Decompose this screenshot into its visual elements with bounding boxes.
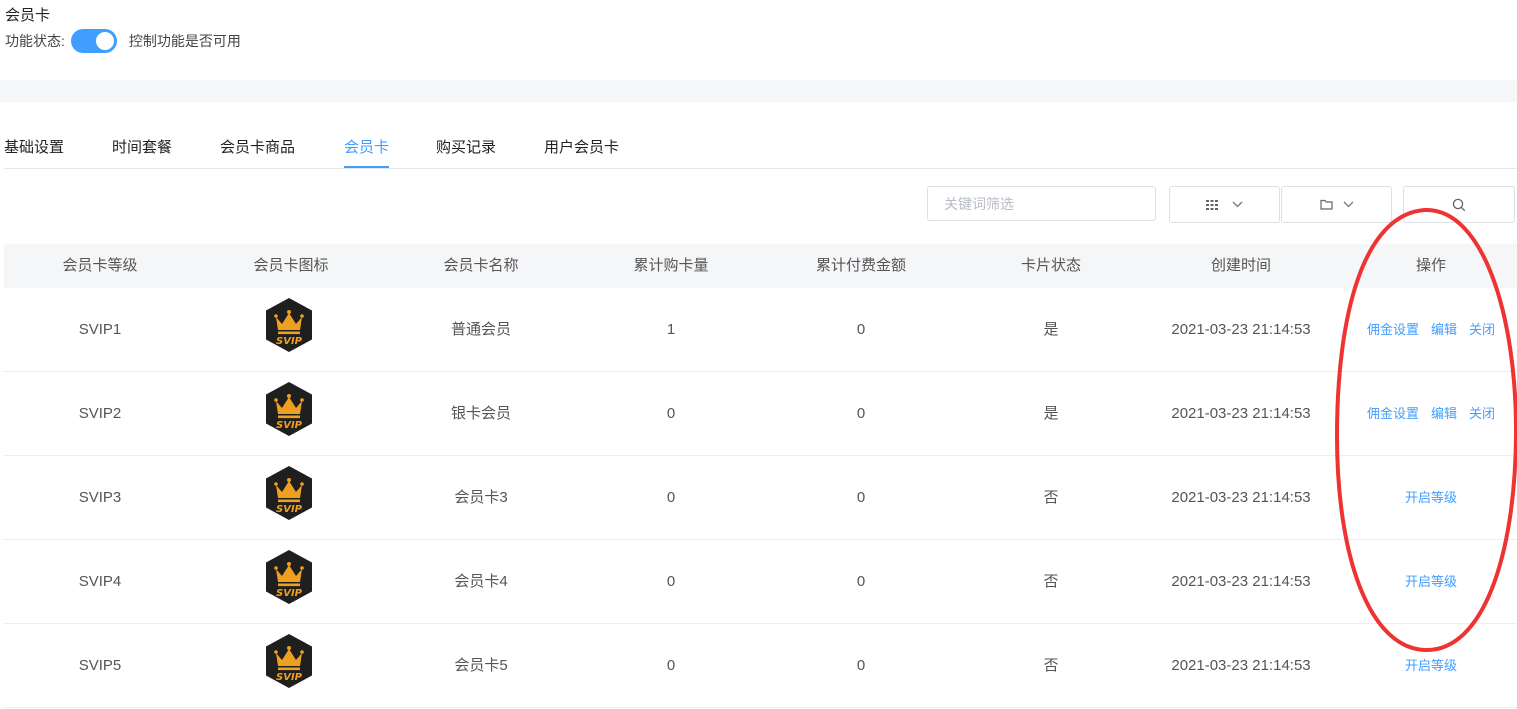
toggle-knob xyxy=(95,32,114,50)
cell-card-name: 普通会员 xyxy=(450,321,512,338)
cell-created-time: 2021-03-23 21:14:53 xyxy=(1171,573,1311,590)
cell-actions: 开启等级 xyxy=(1405,624,1457,707)
svip-badge-icon: SVIP xyxy=(263,633,315,694)
tab-time-packages[interactable]: 时间套餐 xyxy=(112,136,172,166)
cell-level: SVIP4 xyxy=(78,573,122,590)
svg-text:SVIP: SVIP xyxy=(276,588,303,599)
header-total-amount: 累计付费金额 xyxy=(815,257,907,274)
cell-level: SVIP2 xyxy=(78,405,122,422)
cell-card-name: 会员卡3 xyxy=(454,489,508,506)
svip-badge-icon: SVIP xyxy=(263,549,315,610)
header-created-time: 创建时间 xyxy=(1210,257,1272,274)
cell-actions: 佣金设置 编辑 关闭 xyxy=(1367,288,1495,371)
cell-cards-sold: 1 xyxy=(666,321,676,338)
table-row: SVIP2 SVIP 银卡会员 0 0 是 2021-03-23 21:14:5… xyxy=(4,372,1517,456)
header-actions: 操作 xyxy=(1415,257,1447,274)
cell-total-amount: 0 xyxy=(856,405,866,422)
member-card-table: 会员卡等级 会员卡图标 会员卡名称 累计购卡量 累计付费金额 卡片状态 创建时间… xyxy=(4,244,1517,708)
cell-total-amount: 0 xyxy=(856,489,866,506)
cell-level: SVIP3 xyxy=(78,489,122,506)
cell-level: SVIP5 xyxy=(78,657,122,674)
close-link[interactable]: 关闭 xyxy=(1469,322,1495,337)
cell-cards-sold: 0 xyxy=(666,657,676,674)
cell-card-name: 会员卡4 xyxy=(454,573,508,590)
cell-card-status: 否 xyxy=(1043,573,1059,590)
table-row: SVIP4 SVIP 会员卡4 0 0 否 2021-03-23 21:14:5… xyxy=(4,540,1517,624)
page-title: 会员卡 xyxy=(5,7,51,24)
cell-created-time: 2021-03-23 21:14:53 xyxy=(1171,321,1311,338)
header-card-status: 卡片状态 xyxy=(1020,257,1082,274)
enable-level-link[interactable]: 开启等级 xyxy=(1405,658,1457,673)
svg-text:SVIP: SVIP xyxy=(276,672,303,683)
cell-total-amount: 0 xyxy=(856,657,866,674)
grid-view-dropdown[interactable] xyxy=(1169,186,1280,223)
cell-created-time: 2021-03-23 21:14:53 xyxy=(1171,489,1311,506)
tab-card-products[interactable]: 会员卡商品 xyxy=(220,136,295,166)
table-row: SVIP1 SVIP 普通会员 1 0 是 2021-03-23 21:14:5… xyxy=(4,288,1517,372)
cell-level: SVIP1 xyxy=(78,321,122,338)
enable-level-link[interactable]: 开启等级 xyxy=(1405,574,1457,589)
search-icon xyxy=(1452,198,1466,212)
cell-total-amount: 0 xyxy=(856,573,866,590)
edit-link[interactable]: 编辑 xyxy=(1431,406,1457,421)
header-cards-sold: 累计购卡量 xyxy=(633,257,709,274)
status-label: 功能状态: xyxy=(5,33,65,49)
cell-card-status: 否 xyxy=(1043,657,1059,674)
svg-text:SVIP: SVIP xyxy=(276,420,303,431)
cell-created-time: 2021-03-23 21:14:53 xyxy=(1171,405,1311,422)
svip-badge-icon: SVIP xyxy=(263,465,315,526)
status-description: 控制功能是否可用 xyxy=(128,33,241,49)
tab-basic-settings[interactable]: 基础设置 xyxy=(4,136,64,166)
cell-card-name: 银卡会员 xyxy=(450,405,512,422)
cell-cards-sold: 0 xyxy=(666,405,676,422)
table-row: SVIP5 SVIP 会员卡5 0 0 否 2021-03-23 21:14:5… xyxy=(4,624,1517,708)
cell-card-status: 否 xyxy=(1043,489,1059,506)
header-card-level: 会员卡等级 xyxy=(62,257,138,274)
edit-link[interactable]: 编辑 xyxy=(1431,322,1457,337)
svg-text:SVIP: SVIP xyxy=(276,504,303,515)
close-link[interactable]: 关闭 xyxy=(1469,406,1495,421)
cell-card-name: 会员卡5 xyxy=(454,657,508,674)
search-button[interactable] xyxy=(1403,186,1515,223)
section-divider xyxy=(0,80,1517,102)
function-status-toggle[interactable] xyxy=(70,29,117,53)
folder-dropdown[interactable] xyxy=(1281,186,1392,223)
cell-actions: 开启等级 xyxy=(1405,456,1457,539)
cell-actions: 开启等级 xyxy=(1405,540,1457,623)
table-row: SVIP3 SVIP 会员卡3 0 0 否 2021-03-23 21:14:5… xyxy=(4,456,1517,540)
header-card-name: 会员卡名称 xyxy=(443,257,519,274)
table-header: 会员卡等级 会员卡图标 会员卡名称 累计购卡量 累计付费金额 卡片状态 创建时间… xyxy=(4,244,1517,288)
tab-member-card[interactable]: 会员卡 xyxy=(344,136,390,168)
tab-bar: 基础设置 时间套餐 会员卡商品 会员卡 购买记录 用户会员卡 xyxy=(4,126,1517,169)
function-status-row: 功能状态: 控制功能是否可用 xyxy=(5,29,241,53)
enable-level-link[interactable]: 开启等级 xyxy=(1405,490,1457,505)
header-card-icon: 会员卡图标 xyxy=(253,257,329,274)
svg-text:SVIP: SVIP xyxy=(276,336,303,347)
cell-created-time: 2021-03-23 21:14:53 xyxy=(1171,657,1311,674)
cell-card-status: 是 xyxy=(1043,405,1059,422)
keyword-filter-input[interactable] xyxy=(927,186,1156,221)
cell-cards-sold: 0 xyxy=(666,489,676,506)
tab-user-member-cards[interactable]: 用户会员卡 xyxy=(544,136,619,166)
tab-purchase-records[interactable]: 购买记录 xyxy=(436,136,496,166)
chevron-down-icon xyxy=(1343,201,1354,208)
grid-icon xyxy=(1206,199,1218,210)
cell-cards-sold: 0 xyxy=(666,573,676,590)
cell-actions: 佣金设置 编辑 关闭 xyxy=(1367,372,1495,455)
commission-settings-link[interactable]: 佣金设置 xyxy=(1367,406,1419,421)
cell-total-amount: 0 xyxy=(856,321,866,338)
folder-icon xyxy=(1319,199,1333,210)
cell-card-status: 是 xyxy=(1043,321,1059,338)
svip-badge-icon: SVIP xyxy=(263,381,315,442)
chevron-down-icon xyxy=(1232,201,1243,208)
svip-badge-icon: SVIP xyxy=(263,297,315,358)
commission-settings-link[interactable]: 佣金设置 xyxy=(1367,322,1419,337)
